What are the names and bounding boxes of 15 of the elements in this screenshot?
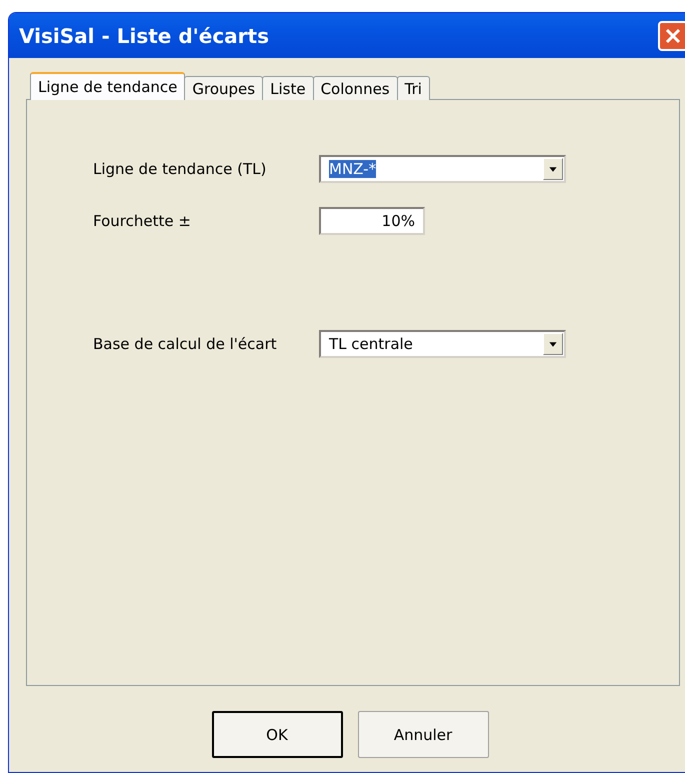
dialog-button[interactable]: Annuler	[358, 711, 488, 758]
input-field[interactable]: 10%	[319, 207, 425, 235]
tab[interactable]: Liste	[262, 76, 314, 100]
tab[interactable]: Ligne de tendance	[30, 72, 186, 100]
window-title: VisiSal - Liste d'écarts	[19, 24, 270, 48]
field-label: Ligne de tendance (TL)	[93, 160, 268, 178]
tab[interactable]: Tri	[396, 76, 430, 100]
dialog-button[interactable]: OK	[212, 711, 342, 758]
close-button[interactable]	[658, 20, 685, 50]
tab[interactable]: Groupes	[184, 76, 264, 100]
field-label: Base de calcul de l'écart	[93, 335, 278, 353]
tab[interactable]: Colonnes	[312, 76, 398, 100]
field-label: Fourchette ±	[93, 212, 192, 230]
dropdown-field[interactable]: MNZ-*	[319, 155, 566, 183]
dropdown-field[interactable]: TL centrale	[319, 330, 566, 358]
